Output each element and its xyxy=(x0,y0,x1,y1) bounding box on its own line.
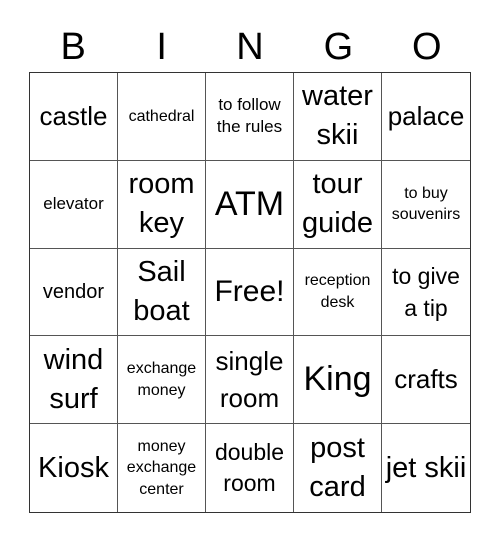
bingo-cell[interactable]: tour guide xyxy=(294,160,382,249)
bingo-cell[interactable]: reception desk xyxy=(294,248,382,337)
bingo-cell[interactable]: vendor xyxy=(30,248,118,337)
bingo-cell[interactable]: to give a tip xyxy=(382,249,470,337)
bingo-cell[interactable]: water skii xyxy=(294,73,382,161)
bingo-header: B I N G O xyxy=(29,22,471,72)
bingo-cell[interactable]: room key xyxy=(118,160,206,249)
bingo-cell[interactable]: double room xyxy=(206,424,294,512)
bingo-cell[interactable]: elevator xyxy=(30,160,118,249)
bingo-cell[interactable]: cathedral xyxy=(118,73,206,161)
bingo-cell[interactable]: to follow the rules xyxy=(206,73,294,161)
bingo-cell[interactable]: crafts xyxy=(382,336,470,425)
bingo-cell[interactable]: palace xyxy=(382,73,470,161)
bingo-cell[interactable]: single room xyxy=(206,336,294,425)
bingo-cell[interactable]: castle xyxy=(30,73,118,161)
header-letter-g: G xyxy=(323,26,354,68)
bingo-cell[interactable]: post card xyxy=(294,424,382,512)
bingo-cell[interactable]: to buy souvenirs xyxy=(382,161,470,249)
bingo-cell[interactable]: King xyxy=(294,336,382,425)
bingo-card: castle cathedral to follow the rules wat… xyxy=(29,72,471,513)
header-letter-o: O xyxy=(412,26,442,68)
bingo-cell[interactable]: ATM xyxy=(206,160,294,249)
bingo-cell[interactable]: exchange money xyxy=(118,336,206,425)
bingo-cell[interactable]: Sail boat xyxy=(118,248,206,337)
bingo-cell[interactable]: jet skii xyxy=(382,424,470,512)
free-space-cell[interactable]: Free! xyxy=(206,248,294,337)
bingo-cell[interactable]: wind surf xyxy=(30,336,118,425)
header-letter-b: B xyxy=(60,26,86,68)
bingo-cell[interactable]: Kiosk xyxy=(30,424,118,512)
header-letter-n: N xyxy=(236,26,264,68)
bingo-cell[interactable]: money exchange center xyxy=(118,424,206,512)
header-letter-i: I xyxy=(156,26,167,68)
